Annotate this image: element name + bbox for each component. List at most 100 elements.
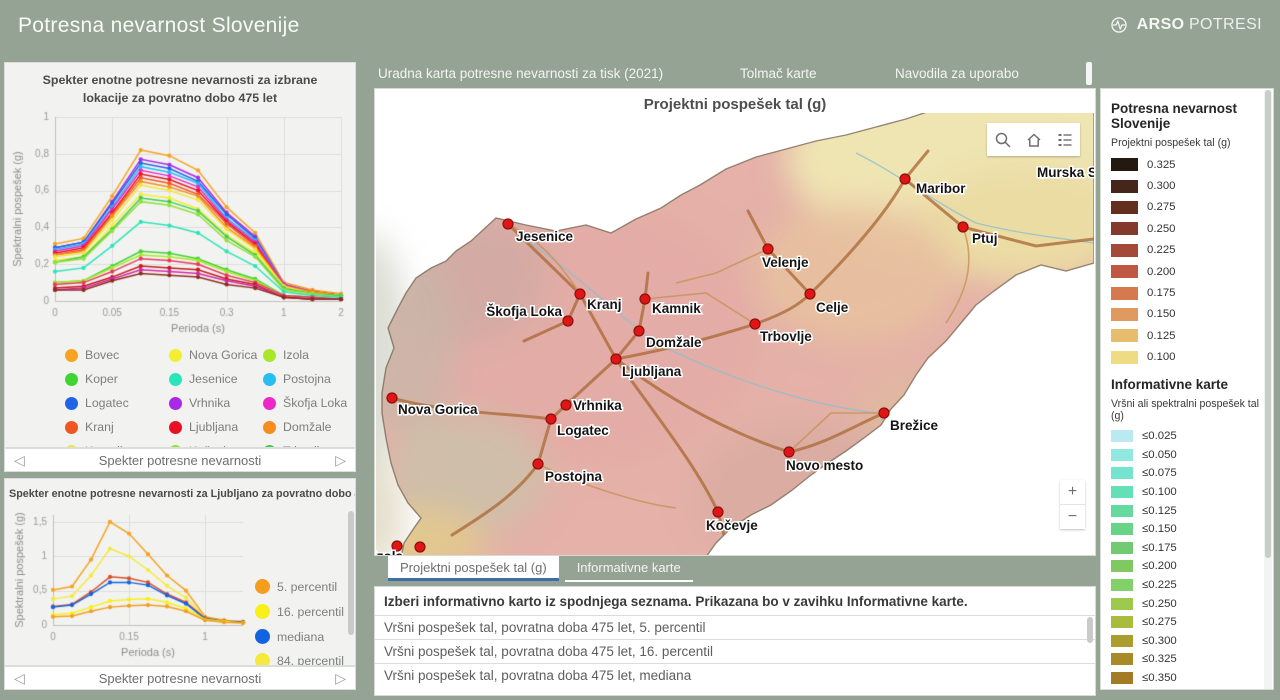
legend-swatch <box>1111 351 1138 364</box>
pager1-next-icon[interactable]: ▷ <box>335 452 346 469</box>
legend-item-kranj[interactable]: Kranj <box>65 420 169 434</box>
city-dot-velenje[interactable] <box>763 244 773 254</box>
city-dot-ptuj[interactable] <box>958 222 968 232</box>
pager2-label: Spekter potresne nevarnosti <box>99 671 262 686</box>
legend-item-5-percentil[interactable]: 5. percentil <box>255 579 337 594</box>
city-dot-ljubljana[interactable] <box>611 354 621 364</box>
uhs-ljubljana-chart[interactable] <box>9 505 251 663</box>
selector-item-2[interactable]: Vršni pospešek tal, povratna doba 475 le… <box>375 639 1095 663</box>
legend-label: Škofja Loka <box>283 396 347 410</box>
city-dot-ko-evje[interactable] <box>713 507 723 517</box>
menu-link-1[interactable]: Uradna karta potresne nevarnosti za tisk… <box>378 66 663 81</box>
uhs-ljubljana-chart-card: Spekter enotne potresne nevarnosti za Lj… <box>4 478 356 666</box>
city-dot-maribor[interactable] <box>900 174 910 184</box>
home-icon[interactable] <box>1025 131 1043 149</box>
legend-value: 0.275 <box>1147 201 1176 213</box>
city-dot-trbovlje[interactable] <box>750 319 760 329</box>
legend-row: ≤0.225 <box>1111 576 1273 595</box>
legend-value: ≤0.025 <box>1142 430 1177 442</box>
legend-item-logatec[interactable]: Logatec <box>65 396 169 410</box>
legend-item-izola[interactable]: Izola <box>263 348 353 362</box>
legend-panel-title: Potresna nevarnost Slovenije <box>1111 101 1273 131</box>
zoom-out-button[interactable]: − <box>1060 504 1085 529</box>
legend-item-bovec[interactable]: Bovec <box>65 348 169 362</box>
chart1-legend: BovecNova GoricaIzola KoperJesenicePostoj… <box>65 343 353 448</box>
legend-item-jesenice[interactable]: Jesenice <box>169 372 263 386</box>
legend-item-vrhnika[interactable]: Vrhnika <box>169 396 263 410</box>
legend-value: ≤0.050 <box>1142 449 1177 461</box>
legend-item-ljubljana[interactable]: Ljubljana <box>169 420 263 434</box>
city-dot-novo-mesto[interactable] <box>784 447 794 457</box>
tab-projektni-pospesek[interactable]: Projektni pospešek tal (g) <box>388 556 559 581</box>
pager2-next-icon[interactable]: ▷ <box>335 670 346 687</box>
layer-list-icon[interactable] <box>1056 131 1074 149</box>
city-dot--kofja-loka[interactable] <box>563 316 573 326</box>
legend-item-mediana[interactable]: mediana <box>255 629 324 644</box>
city-dot[interactable] <box>415 542 425 552</box>
legend-dot <box>255 653 270 666</box>
city-dot-kamnik[interactable] <box>640 294 650 304</box>
selector-header: Izberi informativno karto iz spodnjega s… <box>375 587 1095 615</box>
city-dot-postojna[interactable] <box>533 459 543 469</box>
city-dot-dom-ale[interactable] <box>634 326 644 336</box>
legend-item-postojna[interactable]: Postojna <box>263 372 353 386</box>
legend-label: Vrhnika <box>189 396 230 410</box>
zoom-in-button[interactable]: + <box>1060 480 1085 504</box>
city-dot-vrhnika[interactable] <box>561 400 571 410</box>
legend-item--kofja-loka[interactable]: Škofja Loka <box>263 396 353 410</box>
map-canvas[interactable]: JeseniceMariborPtujVelenjeCeljeTrbovljeK… <box>376 113 1094 555</box>
brand-logo: ARSO POTRESI <box>1110 16 1262 34</box>
legend-item-dom-ale[interactable]: Domžale <box>263 420 353 434</box>
legend-section2-subtitle: Vršni ali spektralni pospešek tal (g) <box>1111 398 1273 422</box>
legend-swatch <box>1111 244 1138 257</box>
city-label-nova-gorica: Nova Gorica <box>398 402 478 417</box>
chart1-title: Spekter enotne potresne nevarnosti za iz… <box>19 72 341 108</box>
legend-swatch <box>1111 635 1133 647</box>
legend-swatch <box>1111 308 1138 321</box>
city-label-logatec: Logatec <box>557 423 609 438</box>
legend-item-nova-gorica[interactable]: Nova Gorica <box>169 348 263 362</box>
city-label-ljubljana: Ljubljana <box>622 364 682 379</box>
tab-informativne-karte[interactable]: Informativne karte <box>565 556 693 582</box>
legend-swatch <box>1111 598 1133 610</box>
chart2-legend: 5. percentil 16. percentil mediana 84. perc… <box>255 529 351 666</box>
selector-scrollbar[interactable] <box>1087 617 1093 643</box>
pager2-prev-icon[interactable]: ◁ <box>14 670 25 687</box>
city-dot-celje[interactable] <box>805 289 815 299</box>
legend-row: 0.225 <box>1111 240 1273 261</box>
legend-item-16-percentil[interactable]: 16. percentil <box>255 604 344 619</box>
city-label-trbovlje: Trbovlje <box>760 329 812 344</box>
chart2-legend-scrollbar[interactable] <box>348 511 354 635</box>
pager1-prev-icon[interactable]: ◁ <box>14 452 25 469</box>
legend-value: 0.300 <box>1147 180 1176 192</box>
legend-item-koper[interactable]: Koper <box>65 372 169 386</box>
menu-link-2[interactable]: Tolmač karte <box>740 66 817 81</box>
city-dot-logatec[interactable] <box>546 414 556 424</box>
legend-dot <box>169 373 182 386</box>
legend-panel-scrollbar[interactable] <box>1264 90 1272 690</box>
legend-dot <box>169 421 182 434</box>
menu-scrollbar[interactable] <box>1086 62 1092 85</box>
city-label-kamnik: Kamnik <box>652 301 701 316</box>
city-dot-jesenice[interactable] <box>503 219 513 229</box>
legend-label: 16. percentil <box>277 605 344 619</box>
legend-row: ≤0.100 <box>1111 483 1273 502</box>
selector-item-1[interactable]: Vršni pospešek tal, povratna doba 475 le… <box>375 615 1095 639</box>
menu-link-3[interactable]: Navodila za uporabo <box>895 66 1019 81</box>
search-icon[interactable] <box>994 131 1012 149</box>
city-label-ko-evje: Kočevje <box>706 518 758 533</box>
city-dot-nova-gorica[interactable] <box>387 393 397 403</box>
city-dot-bre-ice[interactable] <box>879 408 889 418</box>
city-label-kranj: Kranj <box>587 297 622 312</box>
legend-value: ≤0.100 <box>1142 486 1177 498</box>
legend-value: 0.175 <box>1147 287 1176 299</box>
city-dot-kranj[interactable] <box>575 289 585 299</box>
legend-value: ≤0.350 <box>1142 672 1177 684</box>
legend-panel: Potresna nevarnost Slovenije Projektni p… <box>1100 88 1274 690</box>
uhs-locations-chart[interactable] <box>7 109 353 341</box>
selector-item-3[interactable]: Vršni pospešek tal, povratna doba 475 le… <box>375 663 1095 687</box>
city-label-novo-mesto: Novo mesto <box>786 458 863 473</box>
legend-swatch <box>1111 201 1138 214</box>
legend-row: ≤0.250 <box>1111 594 1273 613</box>
legend-item-84-percentil[interactable]: 84. percentil <box>255 653 344 666</box>
